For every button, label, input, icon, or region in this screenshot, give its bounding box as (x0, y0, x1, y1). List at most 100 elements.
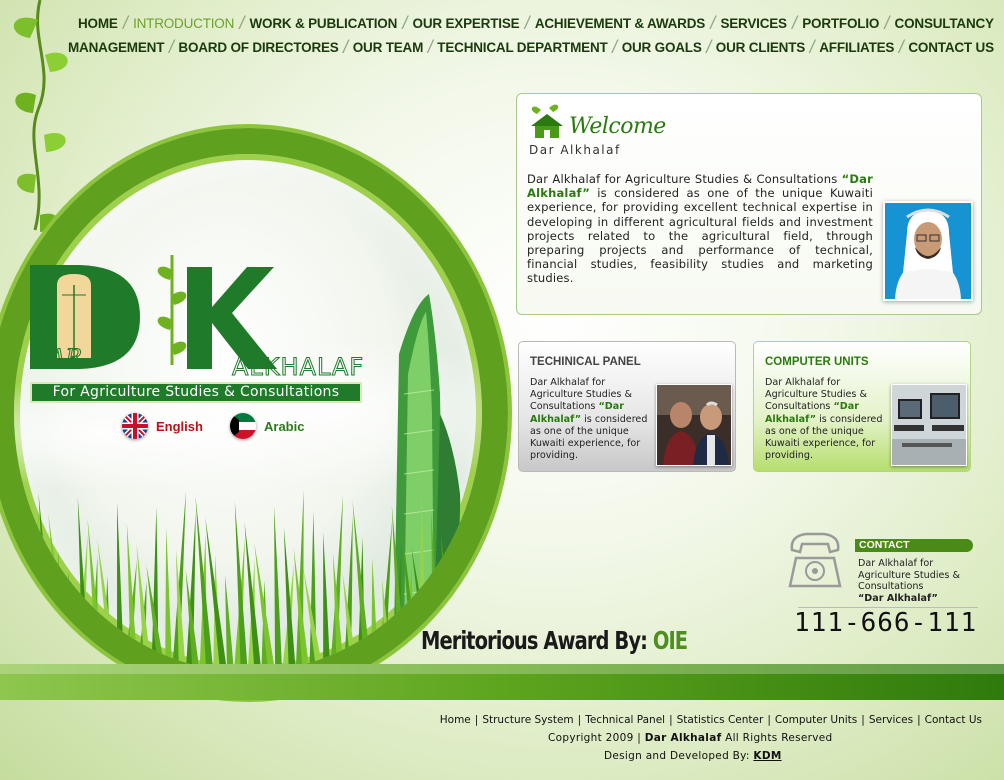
footer-separator: | (669, 714, 673, 726)
award-organization: OIE (652, 626, 688, 655)
chairman-portrait (883, 201, 973, 301)
logo-dar-text: DAR (31, 346, 82, 371)
footer-link-statistics-center[interactable]: Statistics Center (677, 714, 764, 726)
grass-blade (274, 506, 283, 672)
nav-item-technical-department[interactable]: TECHNICAL DEPARTMENT (437, 40, 607, 55)
copyright-suffix: All Rights Reserved (725, 732, 833, 744)
award-heading: Meritorious Award By: OIE (421, 626, 688, 655)
nav-item-board-of-directores[interactable]: BOARD OF DIRECTORES (178, 40, 338, 55)
contact-badge: CONTACT (855, 539, 973, 552)
contact-description: Dar Alkhalaf for Agriculture Studies & C… (858, 558, 978, 604)
nav-separator: / (402, 12, 408, 33)
nav-separator: / (706, 36, 712, 57)
nav-separator: / (343, 36, 349, 57)
nav-item-home[interactable]: HOME (78, 16, 118, 31)
footer-separator: | (767, 714, 771, 726)
footer-separator: | (917, 714, 921, 726)
nav-item-our-goals[interactable]: OUR GOALS (622, 40, 702, 55)
nav-separator: / (524, 12, 530, 33)
welcome-box: Welcome Dar Alkhalaf Dar Alkhalaf for Ag… (516, 93, 982, 315)
nav-item-our-team[interactable]: OUR TEAM (353, 40, 424, 55)
footer-link-computer-units[interactable]: Computer Units (775, 714, 857, 726)
green-house-icon (531, 104, 563, 138)
nav-item-consultancy[interactable]: CONSULTANCY (895, 16, 994, 31)
contact-company-name: “Dar Alkhalaf” (858, 592, 938, 604)
nav-separator: / (809, 36, 815, 57)
nav-separator: / (898, 36, 904, 57)
contact-text: Dar Alkhalaf for Agriculture Studies & C… (858, 558, 960, 593)
language-english-link[interactable]: English (122, 413, 203, 439)
nav-item-portfolio[interactable]: PORTFOLIO (802, 16, 879, 31)
nav-separator: / (612, 36, 618, 57)
footer-link-technical-panel[interactable]: Technical Panel (585, 714, 665, 726)
grass-blade (165, 528, 173, 672)
language-arabic-label: Arabic (264, 418, 305, 434)
language-english-label: English (156, 418, 203, 434)
welcome-title: Welcome (569, 114, 666, 139)
nav-item-services[interactable]: SERVICES (720, 16, 787, 31)
logo-tagline: For Agriculture Studies & Consultations (30, 382, 362, 403)
grass-blade (87, 518, 104, 672)
logo-alkhalaf-text: ALKHALAF (232, 353, 364, 381)
main-nav-row-2: MANAGEMENT / BOARD OF DIRECTORES / OUR TEAM /… (68, 36, 994, 58)
technical-panel-title: TECHINICAL PANEL (530, 356, 641, 368)
nav-item-introduction[interactable]: INTRODUCTION (133, 16, 234, 31)
nav-item-contact-us[interactable]: CONTACT US (908, 40, 994, 55)
telephone-icon (788, 532, 842, 588)
designed-by-label: Design and Developed By: (604, 750, 750, 762)
nav-item-achievement-awards[interactable]: ACHIEVEMENT & AWARDS (535, 16, 705, 31)
footer-developer: Design and Developed By: KDM (604, 750, 782, 762)
technical-panel-photo (656, 384, 732, 466)
language-arabic-link[interactable]: Arabic (230, 413, 304, 439)
grass-image (14, 489, 482, 672)
kuwait-flag-icon (230, 413, 256, 439)
grass-blade (117, 502, 125, 672)
grass-blade (244, 522, 262, 672)
main-nav-row-1: HOME / INTRODUCTION / WORK & PUBLICATION / OUR… (78, 12, 994, 34)
nav-item-our-clients[interactable]: OUR CLIENTS (716, 40, 806, 55)
footer-band (0, 664, 1004, 700)
nav-item-management[interactable]: MANAGEMENT (68, 40, 164, 55)
nav-separator: / (792, 12, 798, 33)
award-prefix: Meritorious Award By: (421, 626, 648, 655)
grass-blade (38, 492, 56, 672)
nav-separator: / (710, 12, 716, 33)
nav-separator: / (239, 12, 245, 33)
footer-link-services[interactable]: Services (869, 714, 913, 726)
footer-separator: | (861, 714, 865, 726)
welcome-text-body: is considered as one of the unique Kuwai… (527, 186, 873, 286)
grass-blade (371, 558, 379, 672)
welcome-text-intro: Dar Alkhalaf for Agriculture Studies & C… (527, 172, 838, 186)
computer-units-text: Dar Alkhalaf for Agriculture Studies & C… (765, 377, 889, 462)
copyright-prefix: Copyright 2009 | (548, 732, 642, 744)
computer-units-card[interactable]: COMPUTER UNITS Dar Alkhalaf for Agricult… (753, 341, 971, 472)
footer-separator: | (577, 714, 582, 726)
nav-separator: / (884, 12, 890, 33)
nav-separator: / (168, 36, 174, 57)
grass-blade (67, 571, 76, 672)
grass-blade (136, 544, 152, 672)
nav-item-affiliates[interactable]: AFFILIATES (819, 40, 894, 55)
footer-copyright: Copyright 2009 | Dar Alkhalaf All Rights… (548, 732, 832, 744)
computer-units-photo (891, 384, 967, 466)
nav-separator: / (427, 36, 433, 57)
footer-separator: | (474, 714, 479, 726)
welcome-subtitle: Dar Alkhalaf (529, 143, 621, 157)
developer-link[interactable]: KDM (753, 750, 781, 762)
technical-panel-text: Dar Alkhalaf for Agriculture Studies & C… (530, 377, 654, 462)
footer-link-structure-system[interactable]: Structure System (482, 714, 573, 726)
nav-item-work-publication[interactable]: WORK & PUBLICATION (250, 16, 398, 31)
footer-link-home[interactable]: Home (440, 714, 471, 726)
uk-flag-icon (122, 413, 148, 439)
copyright-company: Dar Alkhalaf (644, 732, 722, 744)
computer-units-title: COMPUTER UNITS (765, 356, 869, 368)
grass-blade (224, 575, 234, 672)
welcome-description: Dar Alkhalaf for Agriculture Studies & C… (527, 172, 873, 286)
footer-links: Home | Structure System | Technical Panel | St… (440, 714, 982, 726)
technical-panel-card[interactable]: TECHINICAL PANEL Dar Alkhalaf for Agricu… (518, 341, 736, 472)
grass-blade (323, 532, 331, 672)
phone-number[interactable]: 111-666-111 (794, 608, 977, 638)
nav-separator: / (122, 12, 128, 33)
nav-item-our-expertise[interactable]: OUR EXPERTISE (413, 16, 520, 31)
footer-link-contact-us[interactable]: Contact Us (925, 714, 982, 726)
